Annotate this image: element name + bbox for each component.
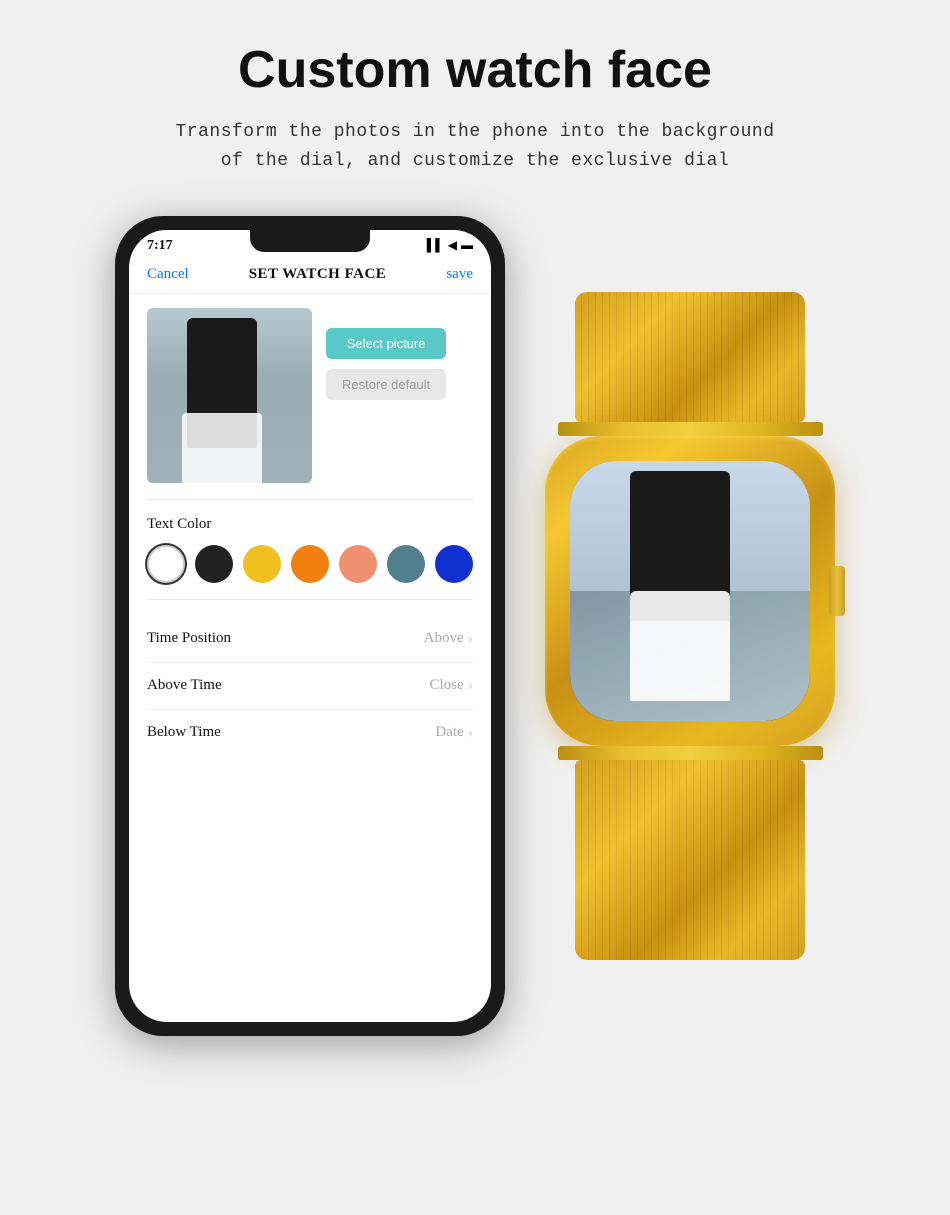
color-yellow[interactable] [243, 545, 281, 583]
wifi-icon: ◀ [448, 238, 457, 253]
setting-above-time[interactable]: Above Time Close › [147, 663, 473, 710]
watch-band-bottom [575, 760, 805, 960]
phone-screen: 7:17 ▌▌ ◀ ▬ Cancel SET WATCH FACE save [129, 230, 491, 1022]
divider-1 [147, 499, 473, 500]
notch [250, 230, 370, 252]
battery-icon: ▬ [461, 238, 473, 253]
page-title: Custom watch face [238, 40, 712, 100]
watch-crown [829, 566, 845, 616]
below-time-value: Date › [435, 724, 473, 742]
color-orange[interactable] [291, 545, 329, 583]
select-picture-button[interactable]: Select picture [326, 328, 446, 359]
photo-preview [147, 308, 312, 483]
status-icons: ▌▌ ◀ ▬ [427, 238, 473, 253]
color-peach[interactable] [339, 545, 377, 583]
above-time-value: Close › [430, 677, 474, 695]
smartwatch-mockup [545, 292, 835, 960]
status-bar: 7:17 ▌▌ ◀ ▬ [129, 230, 491, 258]
setting-time-position[interactable]: Time Position Above › [147, 616, 473, 663]
settings-list: Time Position Above › Above Time Close › [147, 616, 473, 756]
color-white[interactable] [147, 545, 185, 583]
signal-icon: ▌▌ [427, 238, 444, 253]
cancel-button[interactable]: Cancel [147, 266, 189, 283]
above-time-label: Above Time [147, 677, 222, 694]
divider-2 [147, 599, 473, 600]
photo-section: Select picture Restore default [147, 308, 473, 483]
color-teal[interactable] [387, 545, 425, 583]
watch-person-body [630, 591, 730, 701]
watch-screen [570, 461, 810, 721]
band-connector-bottom [558, 746, 823, 760]
text-color-label: Text Color [147, 516, 473, 533]
chevron-icon: › [468, 630, 473, 648]
save-button[interactable]: save [446, 266, 473, 283]
chevron-icon: › [468, 724, 473, 742]
time-position-value: Above › [424, 630, 473, 648]
chevron-icon: › [468, 677, 473, 695]
color-black[interactable] [195, 545, 233, 583]
restore-default-button[interactable]: Restore default [326, 369, 446, 400]
app-content: Select picture Restore default Text Colo… [129, 294, 491, 1022]
color-circles [147, 545, 473, 583]
watch-screen-content [570, 461, 810, 721]
time-position-label: Time Position [147, 630, 231, 647]
app-header: Cancel SET WATCH FACE save [129, 258, 491, 294]
devices-row: 7:17 ▌▌ ◀ ▬ Cancel SET WATCH FACE save [20, 216, 930, 1036]
page-subtitle: Transform the photos in the phone into t… [176, 118, 775, 176]
text-color-section: Text Color [147, 516, 473, 583]
status-time: 7:17 [147, 238, 173, 254]
phone-mockup: 7:17 ▌▌ ◀ ▬ Cancel SET WATCH FACE save [115, 216, 505, 1036]
below-time-label: Below Time [147, 724, 221, 741]
color-blue[interactable] [435, 545, 473, 583]
setting-below-time[interactable]: Below Time Date › [147, 710, 473, 756]
photo-buttons: Select picture Restore default [326, 328, 446, 400]
watch-band-top [575, 292, 805, 422]
band-connector-top [558, 422, 823, 436]
screen-title: SET WATCH FACE [249, 266, 387, 283]
watch-body [545, 436, 835, 746]
